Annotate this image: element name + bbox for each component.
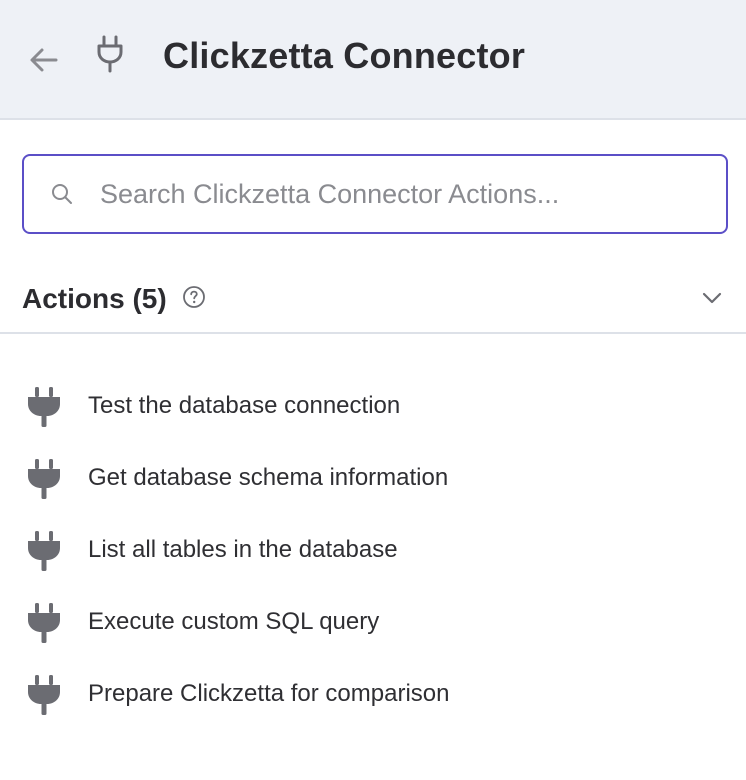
action-label: Prepare Clickzetta for comparison bbox=[88, 680, 450, 707]
chevron-down-icon[interactable] bbox=[698, 284, 726, 312]
plug-icon bbox=[28, 603, 60, 643]
plug-icon bbox=[28, 459, 60, 499]
action-item-execute-sql[interactable]: Execute custom SQL query bbox=[0, 586, 746, 658]
help-circle-icon[interactable] bbox=[182, 285, 206, 309]
plug-icon bbox=[92, 34, 128, 74]
arrow-left-icon bbox=[30, 48, 58, 72]
back-button[interactable] bbox=[24, 40, 64, 80]
search-box[interactable] bbox=[22, 154, 728, 234]
search-icon bbox=[52, 184, 72, 204]
action-label: Get database schema information bbox=[88, 464, 449, 491]
action-label: List all tables in the database bbox=[88, 536, 398, 563]
action-item-prepare-comparison[interactable]: Prepare Clickzetta for comparison bbox=[0, 658, 746, 730]
action-label: Test the database connection bbox=[88, 392, 401, 419]
action-item-list-tables[interactable]: List all tables in the database bbox=[0, 514, 746, 586]
search-input[interactable] bbox=[100, 174, 700, 214]
page-title: Clickzetta Connector bbox=[163, 35, 526, 76]
plug-icon bbox=[28, 531, 60, 571]
plug-icon bbox=[28, 387, 60, 427]
actions-section-title: Actions (5) bbox=[22, 283, 167, 314]
header: Clickzetta Connector bbox=[0, 0, 746, 120]
action-item-test-connection[interactable]: Test the database connection bbox=[0, 370, 746, 442]
plug-icon bbox=[28, 675, 60, 715]
action-label: Execute custom SQL query bbox=[88, 608, 380, 635]
action-item-get-schema[interactable]: Get database schema information bbox=[0, 442, 746, 514]
actions-section-header[interactable]: Actions (5) bbox=[0, 270, 746, 334]
